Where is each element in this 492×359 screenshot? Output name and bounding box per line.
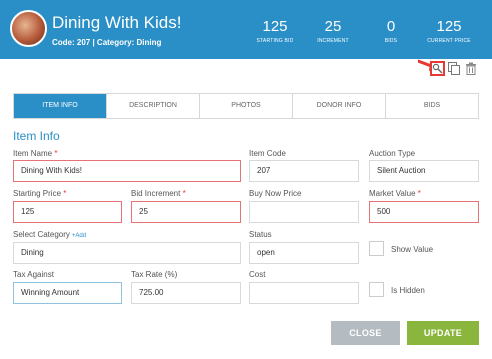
trash-icon [466, 62, 476, 75]
item-title: Dining With Kids! [52, 13, 182, 32]
market-value-label: Market Value * [369, 189, 421, 198]
is-hidden-checkbox[interactable] [369, 282, 384, 297]
stat-starting-bid: 125 STARTING BID [245, 18, 305, 44]
tab-bids[interactable]: BIDS [385, 94, 478, 118]
auction-type-label: Auction Type [369, 149, 416, 158]
tab-description[interactable]: DESCRIPTION [106, 94, 199, 118]
label-text: Starting Price [13, 189, 62, 198]
delete-button[interactable] [465, 62, 477, 75]
buy-now-price-input[interactable] [249, 201, 359, 223]
close-button[interactable]: CLOSE [331, 321, 400, 345]
stat-label: BIDS [384, 38, 398, 44]
starting-price-input[interactable]: 125 [13, 201, 122, 223]
item-code-input[interactable]: 207 [249, 160, 359, 182]
stat-label: STARTING BID [256, 38, 294, 44]
bid-increment-label: Bid Increment * [131, 189, 186, 198]
label-text: Select Category [13, 230, 70, 239]
stat-value: 125 [436, 18, 462, 35]
auction-type-select[interactable]: Silent Auction [369, 160, 479, 182]
show-value-checkbox[interactable] [369, 241, 384, 256]
item-avatar [10, 10, 47, 47]
add-category-link[interactable]: +Add [72, 233, 86, 239]
buy-now-price-label: Buy Now Price [249, 189, 302, 198]
cost-input[interactable] [249, 282, 359, 304]
show-value-label: Show Value [391, 245, 434, 254]
starting-price-label: Starting Price * [13, 189, 66, 198]
edit-button[interactable] [430, 61, 445, 76]
market-value-input[interactable]: 500 [369, 201, 479, 223]
label-text: Bid Increment [131, 189, 181, 198]
stat-value: 0 [386, 18, 396, 35]
required-marker: * [54, 149, 58, 158]
required-marker: * [182, 189, 186, 198]
required-marker: * [417, 189, 421, 198]
bid-increment-input[interactable]: 25 [131, 201, 241, 223]
section-title: Item Info [13, 129, 60, 143]
tab-photos[interactable]: PHOTOS [199, 94, 292, 118]
copy-button[interactable] [448, 62, 460, 75]
tax-against-select[interactable]: Winning Amount [13, 282, 122, 304]
category-select[interactable]: Dining [13, 242, 241, 264]
is-hidden-label: Is Hidden [391, 286, 425, 295]
label-text: Market Value [369, 189, 416, 198]
stat-increment: 25 INCREMENT [303, 18, 363, 44]
label-text: Item Name [13, 149, 53, 158]
tax-rate-label: Tax Rate (%) [131, 270, 178, 279]
item-name-input[interactable]: Dining With Kids! [13, 160, 241, 182]
tab-bar: ITEM INFO DESCRIPTION PHOTOS DONOR INFO … [13, 93, 479, 119]
status-select[interactable]: open [249, 242, 359, 264]
edit-icon [432, 63, 443, 74]
stat-value: 125 [262, 18, 288, 35]
stat-label: INCREMENT [317, 38, 349, 44]
copy-icon [448, 62, 460, 75]
tab-donor-info[interactable]: DONOR INFO [292, 94, 385, 118]
status-label: Status [249, 230, 272, 239]
update-button[interactable]: UPDATE [407, 321, 479, 345]
tab-item-info[interactable]: ITEM INFO [14, 94, 106, 118]
stat-bids: 0 BIDS [361, 18, 421, 44]
tax-against-label: Tax Against [13, 270, 54, 279]
stat-value: 25 [324, 18, 342, 35]
item-subtitle: Code: 207 | Category: Dining [52, 38, 162, 47]
select-category-label: Select Category +Add [13, 230, 86, 239]
item-code-label: Item Code [249, 149, 286, 158]
stat-label: CURRENT PRICE [427, 38, 471, 44]
cost-label: Cost [249, 270, 266, 279]
stat-current-price: 125 CURRENT PRICE [419, 18, 479, 44]
item-name-label: Item Name * [13, 149, 57, 158]
tax-rate-input[interactable]: 725.00 [131, 282, 241, 304]
item-header: Dining With Kids! Code: 207 | Category: … [0, 0, 492, 59]
required-marker: * [63, 189, 67, 198]
